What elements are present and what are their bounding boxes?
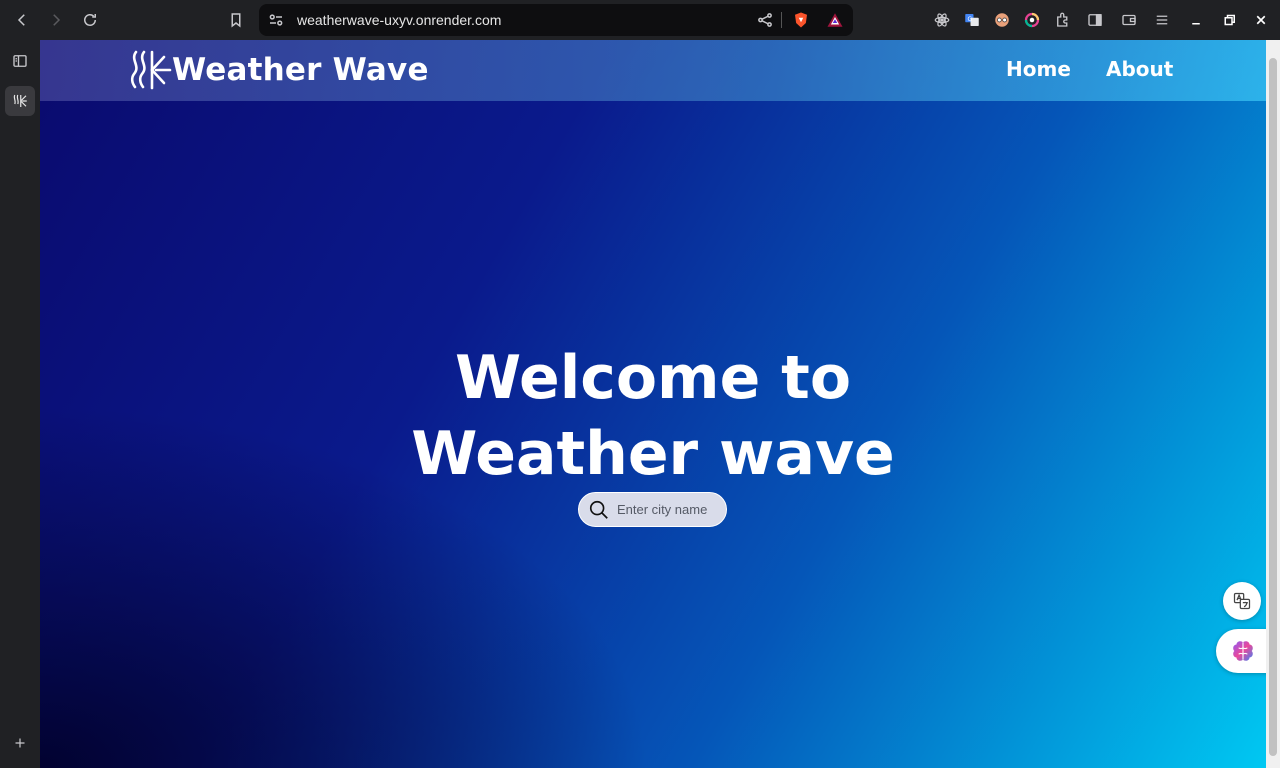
sidebar-panel-button[interactable]: [5, 46, 35, 76]
add-sidebar-item-button[interactable]: [5, 728, 35, 758]
page-scrollbar[interactable]: [1266, 40, 1280, 768]
minimize-button[interactable]: [1184, 8, 1208, 32]
sidebar-toggle-icon[interactable]: [1083, 8, 1107, 32]
sidebar-tab-weatherwave[interactable]: [5, 86, 35, 116]
brain-icon: [1233, 641, 1253, 661]
plus-icon: [15, 738, 25, 748]
wallet-icon[interactable]: [1117, 8, 1141, 32]
close-icon: [1256, 15, 1266, 25]
brave-shields-icon[interactable]: [789, 8, 813, 32]
city-search-input[interactable]: [617, 493, 722, 526]
menu-icon[interactable]: [1150, 8, 1174, 32]
restore-icon: [1224, 14, 1235, 26]
address-bar[interactable]: weatherwave-uxyv.onrender.com: [259, 4, 853, 36]
sidebar-panel-icon: [13, 55, 27, 67]
react-devtools-icon[interactable]: [930, 8, 954, 32]
scrollbar-thumb[interactable]: [1269, 58, 1277, 756]
share-icon[interactable]: [753, 8, 777, 32]
spy-extension-icon[interactable]: [990, 8, 1014, 32]
reload-button[interactable]: [78, 8, 102, 32]
close-window-button[interactable]: [1249, 8, 1273, 32]
bookmark-button[interactable]: [224, 8, 248, 32]
chevron-right-icon: [53, 14, 61, 26]
color-picker-icon[interactable]: [1020, 8, 1044, 32]
translate-float-button[interactable]: [1223, 582, 1261, 620]
nav-home-link[interactable]: Home: [1006, 57, 1071, 81]
forward-button[interactable]: [44, 8, 68, 32]
minimize-icon: [1192, 23, 1200, 25]
weatherwave-favicon-icon: [13, 94, 27, 107]
chevron-left-icon: [17, 14, 25, 26]
hero-heading: Welcome to Weather wave: [40, 340, 1266, 492]
weather-wave-logo-icon: [130, 50, 172, 90]
hero-line-1: Welcome to: [454, 343, 852, 413]
svg-text:G: G: [968, 16, 973, 23]
search-icon[interactable]: [588, 499, 610, 521]
hero-line-2: Weather wave: [411, 419, 895, 489]
site-logo[interactable]: Weather Wave: [128, 48, 429, 92]
page-viewport: Weather Wave Home About Welcome to Weath…: [40, 40, 1266, 768]
restore-button[interactable]: [1217, 8, 1241, 32]
reload-icon: [84, 14, 96, 26]
ai-assistant-button[interactable]: [1216, 629, 1266, 673]
brand-name: Weather Wave: [172, 52, 429, 88]
browser-sidebar: [0, 40, 40, 768]
translate-icon: [1233, 592, 1251, 610]
translate-extension-icon[interactable]: G: [960, 8, 984, 32]
city-search: [578, 492, 727, 527]
nav-about-link[interactable]: About: [1106, 57, 1173, 81]
site-header: Weather Wave Home About: [40, 40, 1266, 101]
url-text[interactable]: weatherwave-uxyv.onrender.com: [297, 4, 501, 36]
brave-rewards-icon[interactable]: [823, 8, 847, 32]
site-settings-icon[interactable]: [264, 8, 288, 32]
extensions-icon[interactable]: [1051, 8, 1075, 32]
browser-toolbar: weatherwave-uxyv.onrender.com G: [0, 0, 1280, 40]
back-button[interactable]: [10, 8, 34, 32]
bookmark-icon: [231, 13, 241, 28]
url-divider: [781, 12, 782, 28]
